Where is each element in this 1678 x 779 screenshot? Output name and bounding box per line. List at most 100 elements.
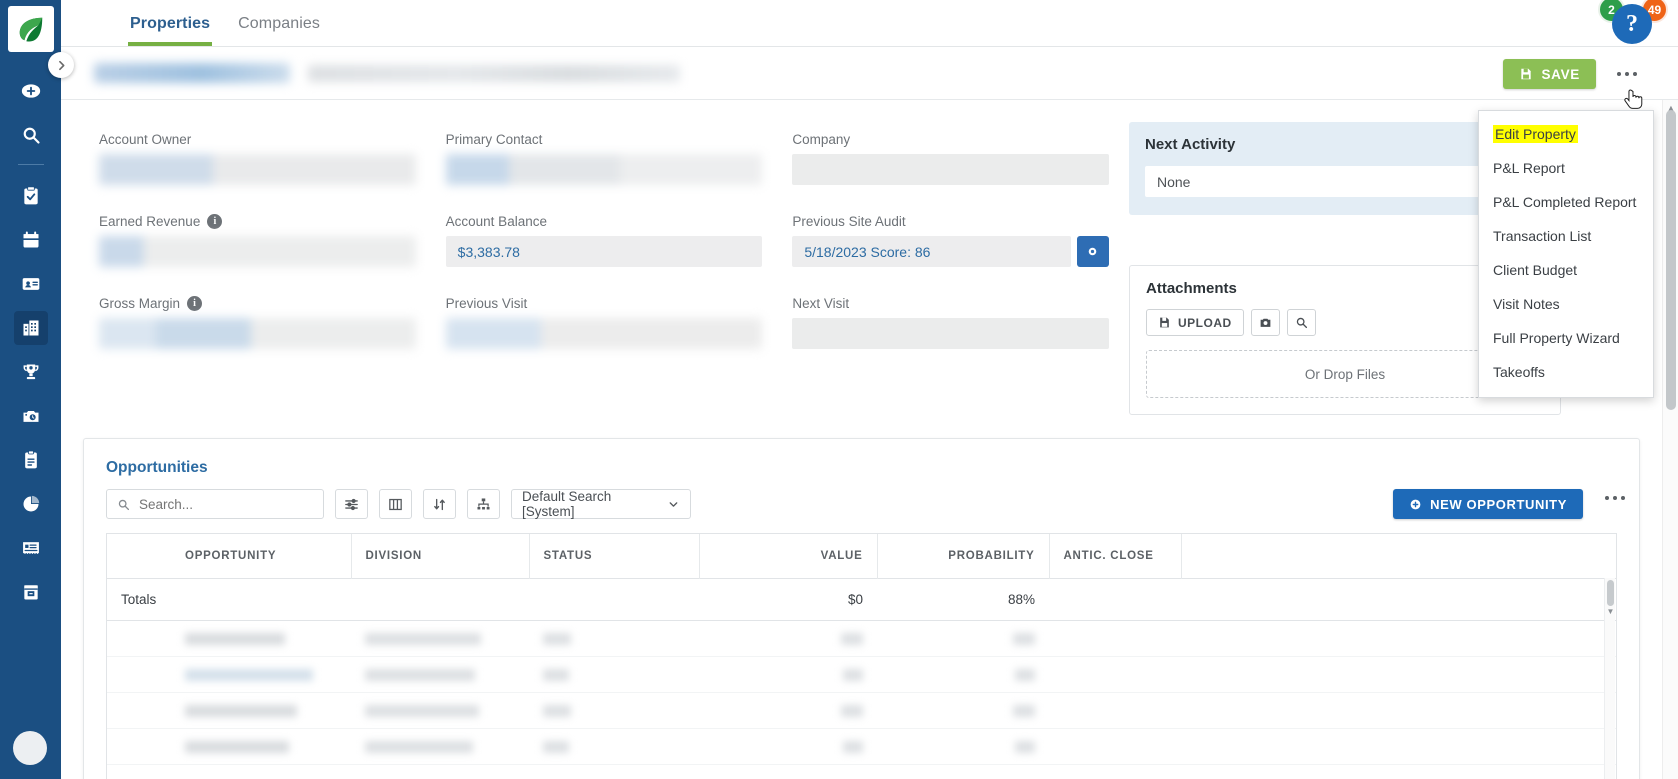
sidebar-item-calendar[interactable] (14, 223, 48, 257)
page-scroll-thumb[interactable] (1666, 110, 1676, 410)
field-label: Account Owner (99, 132, 192, 147)
field-company: Company (792, 132, 1109, 185)
help-button[interactable]: ? (1612, 4, 1652, 44)
columns-button[interactable] (379, 489, 412, 519)
account-owner-input-redacted[interactable] (99, 154, 416, 185)
record-address-redacted (308, 64, 680, 82)
sort-button[interactable] (423, 489, 456, 519)
group-hierarchy-button[interactable] (467, 489, 500, 519)
field-previous-visit: Previous Visit (445, 296, 763, 349)
col-select[interactable] (107, 534, 171, 579)
new-opportunity-button[interactable]: NEW OPPORTUNITY (1393, 489, 1583, 519)
avatar-image (13, 731, 47, 765)
camera-button[interactable] (1250, 309, 1280, 336)
site-audit-action-button[interactable] (1076, 236, 1109, 267)
opportunities-toolbar: Default Search [System] NEW OPPORTUNITY (84, 477, 1639, 519)
company-input[interactable] (792, 154, 1109, 185)
sidebar-item-search[interactable] (14, 118, 48, 152)
saved-search-value: Default Search [System] (522, 489, 612, 519)
sidebar-item-opportunities[interactable] (14, 355, 48, 389)
menu-item-full-property-wizard[interactable]: Full Property Wizard (1479, 321, 1653, 355)
sidebar-item-add-new[interactable] (14, 74, 48, 108)
saved-search-select[interactable]: Default Search [System] (511, 489, 691, 519)
col-status[interactable]: STATUS (529, 534, 700, 579)
col-antic-close[interactable]: ANTIC. CLOSE (1049, 534, 1182, 579)
calendar-icon (23, 231, 38, 248)
table-row[interactable] (107, 728, 1616, 765)
menu-item-client-budget[interactable]: Client Budget (1479, 253, 1653, 287)
menu-item-pl-report[interactable]: P&L Report (1479, 151, 1653, 185)
field-account-balance: Account Balance $3,383.78 (445, 214, 763, 267)
cell-division-redacted (351, 692, 529, 729)
opportunities-search[interactable] (106, 489, 324, 519)
sidebar-item-site-audits[interactable] (14, 399, 48, 433)
menu-item-edit-property[interactable]: Edit Property (1479, 117, 1653, 151)
menu-item-transaction-list[interactable]: Transaction List (1479, 219, 1653, 253)
col-extra[interactable] (1181, 534, 1616, 579)
info-icon[interactable]: i (207, 214, 223, 229)
sidebar-item-tasks[interactable] (14, 179, 48, 213)
col-probability[interactable]: PROBABILITY (877, 534, 1050, 579)
filter-settings-button[interactable] (335, 489, 368, 519)
previous-visit-input-redacted[interactable] (445, 318, 763, 349)
previous-site-audit-input[interactable]: 5/18/2023 Score: 86 (792, 236, 1071, 267)
col-opportunity[interactable]: OPPORTUNITY (171, 534, 352, 579)
next-visit-input[interactable] (792, 318, 1109, 349)
tab-companies[interactable]: Companies (224, 15, 334, 46)
table-row[interactable] (107, 656, 1616, 693)
page-vertical-scrollbar[interactable]: ▲ (1662, 100, 1678, 779)
menu-item-pl-completed-report[interactable]: P&L Completed Report (1479, 185, 1653, 219)
cell-value-redacted (699, 656, 877, 693)
sidebar-item-archive[interactable] (14, 575, 48, 609)
earned-revenue-input-redacted[interactable] (99, 236, 416, 267)
cell-probability-redacted (877, 656, 1049, 693)
field-label: Earned Revenue i (99, 214, 416, 229)
sort-arrows-icon (434, 498, 445, 510)
field-label: Gross Margin i (99, 296, 416, 311)
cell-status-redacted (529, 656, 699, 693)
opportunities-more-options-button[interactable] (1605, 496, 1625, 500)
tab-properties[interactable]: Properties (116, 15, 224, 46)
leaf-logo-glyph (19, 17, 42, 42)
user-avatar[interactable] (13, 731, 47, 765)
search-icon (23, 127, 40, 144)
grid-vertical-scrollbar[interactable]: ▲ ▼ (1604, 578, 1615, 779)
table-row[interactable] (107, 692, 1616, 729)
sidebar-collapse-toggle[interactable] (48, 52, 74, 78)
table-row[interactable] (107, 620, 1616, 657)
contact-card-icon (22, 278, 39, 290)
leaf-logo-icon[interactable] (7, 6, 54, 52)
sidebar-item-reports[interactable] (14, 487, 48, 521)
account-balance-input[interactable]: $3,383.78 (445, 236, 763, 267)
field-label-text: Earned Revenue (99, 214, 201, 229)
sidebar-item-visit-notes[interactable] (14, 443, 48, 477)
gross-margin-input-redacted[interactable] (99, 318, 416, 349)
main-content: Account Owner Primary Contact Company Ea… (61, 100, 1678, 779)
col-division[interactable]: DIVISION (351, 534, 530, 579)
chevron-right-icon (58, 60, 64, 70)
clipboard-check-icon (23, 186, 38, 205)
menu-item-visit-notes[interactable]: Visit Notes (1479, 287, 1653, 321)
app-root: Properties Companies 2 49 ? SAVE Account… (0, 0, 1678, 779)
sidebar-item-invoices[interactable] (14, 531, 48, 565)
sidebar-item-properties[interactable] (13, 311, 48, 345)
scroll-down-icon[interactable]: ▼ (1605, 606, 1616, 617)
info-icon[interactable]: i (187, 296, 203, 311)
new-opportunity-label: NEW OPPORTUNITY (1430, 496, 1567, 512)
scroll-thumb[interactable] (1607, 580, 1614, 606)
sidebar-item-contacts[interactable] (14, 267, 48, 301)
field-label: Primary Contact (445, 132, 543, 147)
opportunities-grid: OPPORTUNITY DIVISION STATUS VALUE PROBAB… (106, 533, 1617, 779)
record-more-options-button[interactable] (1612, 65, 1642, 83)
attachment-search-button[interactable] (1286, 309, 1316, 336)
previous-site-audit-row: 5/18/2023 Score: 86 (792, 236, 1109, 267)
search-icon (118, 499, 130, 510)
more-options-icon (1605, 496, 1609, 500)
totals-probability: 88% (877, 578, 1049, 621)
upload-button[interactable]: UPLOAD (1146, 309, 1244, 336)
col-value[interactable]: VALUE (699, 534, 878, 579)
primary-contact-input-redacted[interactable] (445, 154, 763, 185)
search-input[interactable] (139, 496, 313, 512)
save-button[interactable]: SAVE (1503, 59, 1596, 89)
menu-item-takeoffs[interactable]: Takeoffs (1479, 355, 1653, 389)
